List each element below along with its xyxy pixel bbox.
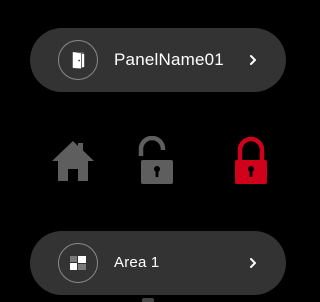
chevron-right-icon — [247, 28, 259, 92]
scroll-indicator — [142, 298, 154, 302]
disarm-mode-button[interactable] — [130, 136, 180, 186]
home-mode-button[interactable] — [48, 136, 98, 186]
unlocked-padlock-icon — [138, 136, 173, 184]
panel-door-icon — [58, 40, 98, 80]
panel-selector-button[interactable]: PanelName01 — [30, 28, 286, 92]
security-panel-screen: PanelName01 Area 1 — [0, 0, 299, 302]
panel-name-label: PanelName01 — [114, 50, 224, 69]
area-name-label: Area 1 — [114, 254, 160, 271]
area-blocks-icon — [58, 243, 98, 283]
home-icon — [52, 141, 94, 181]
area-selector-button[interactable]: Area 1 — [30, 231, 286, 295]
locked-padlock-icon — [235, 136, 267, 184]
arm-mode-button[interactable] — [226, 136, 276, 186]
chevron-right-icon — [247, 231, 259, 295]
